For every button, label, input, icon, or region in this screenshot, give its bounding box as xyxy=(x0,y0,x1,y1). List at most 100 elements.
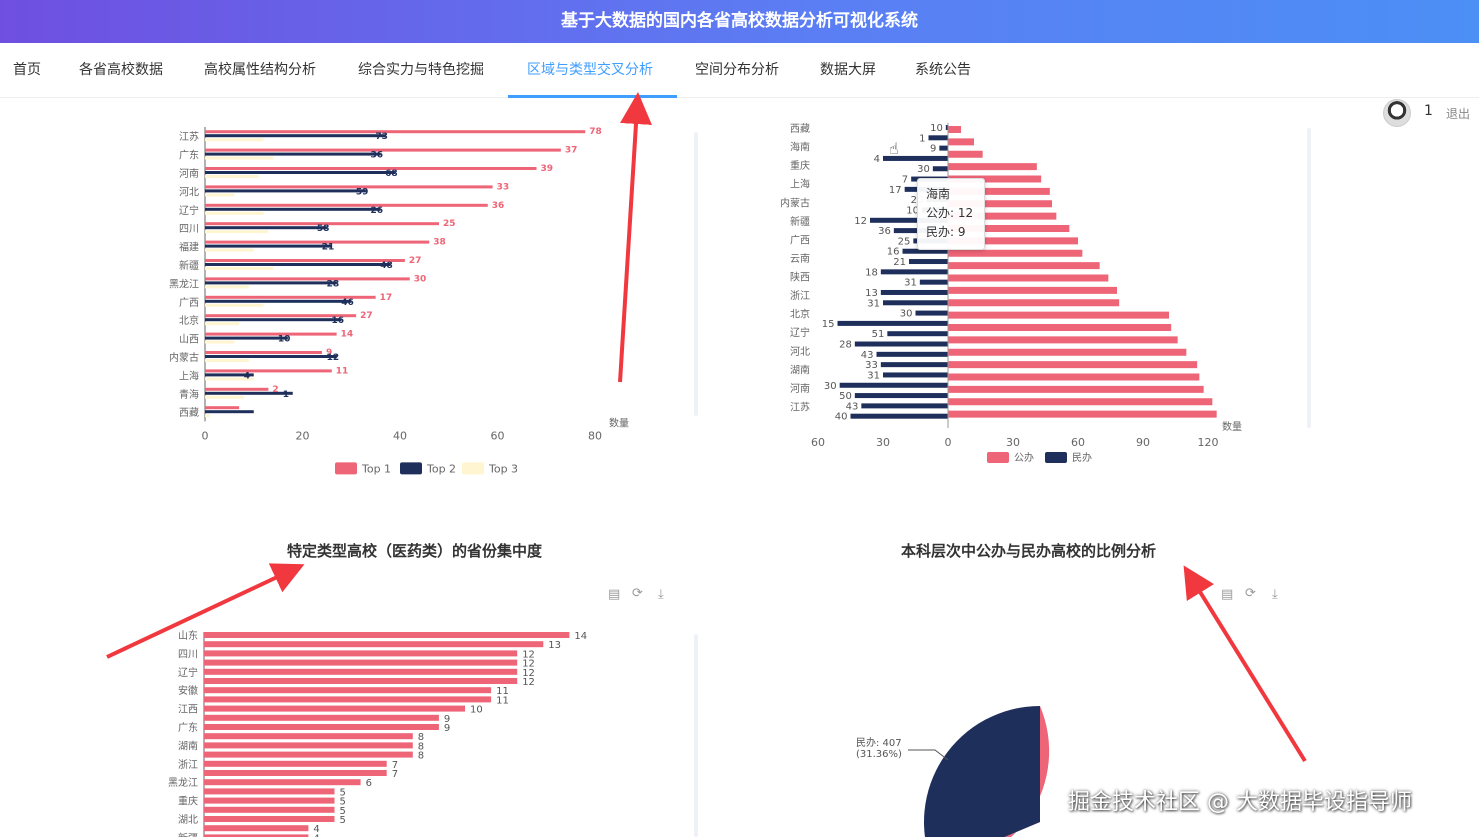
bar-public xyxy=(948,324,1172,331)
y-tick-label: 四川 xyxy=(178,649,198,660)
nav-item-region-type-analysis[interactable]: 区域与类型交叉分析 xyxy=(527,43,653,98)
y-tick-label: 河南 xyxy=(179,167,199,180)
bar xyxy=(204,751,413,758)
bar-public xyxy=(948,336,1178,344)
bar xyxy=(204,825,309,832)
refresh-icon[interactable]: ⟳ xyxy=(632,586,643,601)
y-tick-label: 青海 xyxy=(179,388,199,401)
y-tick-label: 重庆 xyxy=(790,159,810,172)
watermark: 掘金技术社区 @ 大数据毕设指导师 xyxy=(1068,790,1412,815)
legend-item: Top 3 xyxy=(488,462,518,475)
bar-top1 xyxy=(205,240,430,244)
x-axis-label: 数量 xyxy=(1222,420,1242,433)
bar xyxy=(204,678,518,684)
data-label: 26 xyxy=(371,206,384,216)
data-label: 51 xyxy=(872,329,885,340)
data-label: 46 xyxy=(341,298,354,308)
download-icon[interactable]: ⤓ xyxy=(658,587,664,602)
nav-item-announcements[interactable]: 系统公告 xyxy=(915,43,971,98)
y-tick-label: 北京 xyxy=(790,308,810,321)
nav-item-spatial-analysis[interactable]: 空间分布分析 xyxy=(695,43,779,98)
data-label: 10 xyxy=(930,123,943,134)
bar-top1 xyxy=(205,130,586,134)
data-label: 27 xyxy=(409,256,422,266)
y-tick-label: 江苏 xyxy=(790,400,810,413)
data-view-icon[interactable]: ▤ xyxy=(1221,587,1233,602)
bar xyxy=(204,760,387,767)
refresh-icon[interactable]: ⟳ xyxy=(1245,586,1256,601)
bar-top3 xyxy=(205,322,240,326)
bar-top3 xyxy=(205,211,264,215)
bar xyxy=(204,714,439,721)
bar-private xyxy=(876,351,948,357)
data-label: 21 xyxy=(322,243,335,253)
user-name: 1 xyxy=(1424,103,1433,119)
data-label: 78 xyxy=(589,127,602,137)
x-tick-label: 120 xyxy=(1198,436,1219,449)
bar xyxy=(204,632,570,638)
bar-top2 xyxy=(205,391,293,395)
data-label: 6 xyxy=(366,778,372,789)
bar-public xyxy=(948,385,1204,393)
bar-top3 xyxy=(205,156,274,160)
y-tick-label: 内蒙古 xyxy=(169,351,199,364)
pie-label: 民办: 407 xyxy=(856,736,902,749)
bar-top3 xyxy=(205,193,235,197)
nav-item-home[interactable]: 首页 xyxy=(13,43,41,98)
data-label: 43 xyxy=(846,401,859,412)
data-label: 13 xyxy=(548,640,561,651)
bar xyxy=(204,659,518,666)
bar-private xyxy=(883,300,948,306)
bar xyxy=(204,724,439,730)
data-label: 73 xyxy=(375,132,388,142)
bar xyxy=(204,770,387,776)
panel-title-medical: 特定类型高校（医药类）的省份集中度 xyxy=(287,542,543,560)
y-tick-label: 重庆 xyxy=(178,795,198,808)
y-tick-label: 黑龙江 xyxy=(169,277,199,290)
download-icon[interactable]: ⤓ xyxy=(1272,587,1278,602)
y-tick-label: 江苏 xyxy=(179,130,199,143)
y-tick-label: 黑龙江 xyxy=(168,776,198,789)
x-tick-label: 30 xyxy=(1006,436,1020,449)
pie-label-line xyxy=(908,749,949,761)
bar-top2 xyxy=(205,299,352,303)
data-label: 11 xyxy=(336,366,349,376)
bar-top1 xyxy=(205,332,337,336)
bar-public xyxy=(948,126,961,133)
chart-scroll-strip[interactable] xyxy=(694,634,698,837)
bar-top1 xyxy=(205,369,332,373)
y-tick-label: 江西 xyxy=(178,704,198,716)
bar-top2 xyxy=(205,244,332,248)
data-label: 27 xyxy=(360,311,373,321)
data-view-icon[interactable]: ▤ xyxy=(608,587,620,602)
y-tick-label: 新疆 xyxy=(790,215,810,228)
bar-top3 xyxy=(205,285,249,289)
nav-item-data-screen[interactable]: 数据大屏 xyxy=(820,43,876,98)
data-label: 15 xyxy=(822,319,835,330)
bar-top3 xyxy=(205,303,264,307)
bar-top2 xyxy=(205,281,337,285)
bar-private xyxy=(850,413,948,419)
bar-public xyxy=(948,398,1213,406)
y-tick-label: 福建 xyxy=(179,241,199,254)
bar-public xyxy=(948,150,983,158)
bar-top1 xyxy=(205,406,240,410)
y-tick-label: 安徽 xyxy=(178,684,198,697)
nav-item-strength-mining[interactable]: 综合实力与特色挖掘 xyxy=(358,43,484,98)
avatar[interactable] xyxy=(1383,99,1411,127)
logout-link[interactable]: 退出 xyxy=(1446,105,1470,122)
bar xyxy=(204,733,413,740)
data-label: 36 xyxy=(878,226,891,237)
bar-top2 xyxy=(205,336,288,340)
bar xyxy=(204,641,544,648)
bar-top3 xyxy=(205,230,269,234)
nav-item-province-data[interactable]: 各省高校数据 xyxy=(79,43,163,98)
y-tick-label: 山东 xyxy=(178,629,198,642)
chart-scroll-strip[interactable] xyxy=(694,132,698,416)
chart-public-private-by-province: 1019430717201012362516211831133130155128… xyxy=(780,123,1242,464)
bar-top3 xyxy=(205,359,249,362)
nav-item-attribute-analysis[interactable]: 高校属性结构分析 xyxy=(204,43,316,98)
y-tick-label: 海南 xyxy=(790,141,810,154)
y-tick-label: 西藏 xyxy=(179,407,199,419)
chart-scroll-strip[interactable] xyxy=(1307,128,1311,428)
